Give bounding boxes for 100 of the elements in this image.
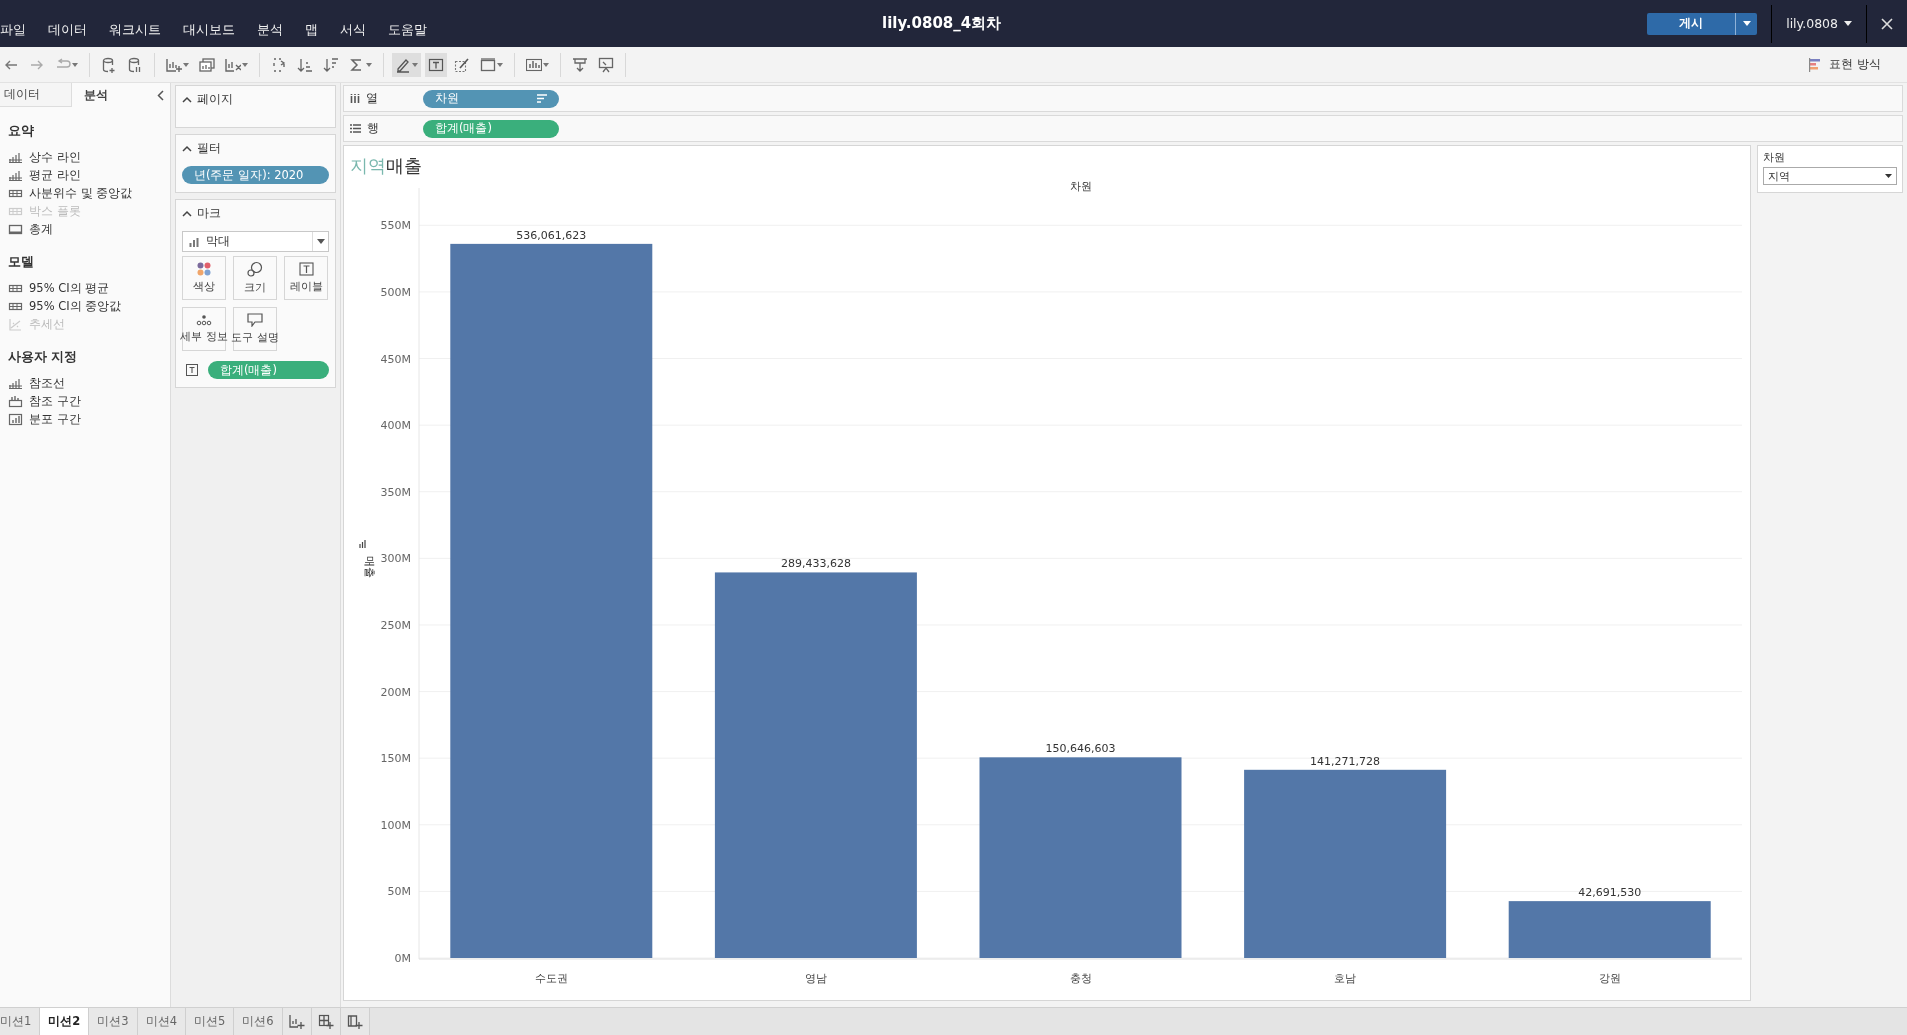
sheet-tab[interactable]: 미션1 [0,1008,41,1035]
caret-icon [497,62,503,67]
trend-line-icon [8,316,23,332]
category-label: 강원 [1598,972,1621,985]
data-label: 42,691,530 [1578,886,1642,900]
caret-icon [316,239,325,244]
marks-button[interactable]: 크기 [233,256,277,300]
duplicate-icon [199,56,215,73]
download-icon [572,56,588,73]
axis-tick-label: 300M [380,552,411,566]
sheet-tab[interactable]: 미션6 [234,1008,283,1035]
show-me-button[interactable]: 표현 방식 [1803,55,1887,74]
section-heading: 사용자 지정 [8,349,79,366]
new-chart-icon [288,1013,305,1030]
text-box-icon [186,364,198,376]
sheet-tab[interactable]: 미션3 [89,1008,138,1035]
presentation-icon [598,56,614,73]
menu-item[interactable]: 분석 [257,21,283,39]
menu-item[interactable]: 데이터 [48,21,87,39]
database-pause-icon [127,56,143,73]
marks-button[interactable]: 레이블 [284,256,328,300]
caret-icon [1742,21,1751,26]
data-label: 536,061,623 [516,228,587,242]
marks-button[interactable]: 세부 정보 [182,307,226,351]
menu-item[interactable]: 맵 [305,21,318,39]
menu-item[interactable]: 도움말 [388,21,427,39]
new-book-icon [346,1013,363,1030]
new-worksheet-button[interactable] [282,1008,312,1035]
rows-icon [350,124,361,133]
database-add-icon [101,56,117,73]
analytics-item[interactable]: 95% CI의 평균 [29,280,110,296]
analytics-item[interactable]: 사분위수 및 중앙값 [29,185,133,201]
sheet-tab[interactable]: 미션2 [40,1008,90,1035]
collapse-icon[interactable] [182,145,192,152]
analytics-item[interactable]: 분포 구간 [29,411,81,427]
publish-dropdown-button[interactable] [1735,12,1758,35]
caret-icon [242,62,248,67]
axis-tick-label: 100M [380,818,411,832]
user-menu[interactable]: lily.0808 [1772,16,1866,31]
section-heading: 요약 [8,123,35,140]
reference-line-icon [8,393,23,409]
marks-button[interactable]: 색상 [182,256,226,300]
axis-tick-label: 50M [387,885,411,899]
shelf-label: 열 [366,91,378,106]
caret-icon [72,62,78,67]
axis-tick-label: 150M [380,752,411,766]
category-label: 호남 [1334,972,1357,985]
sort-icon [537,94,547,103]
collapse-icon[interactable] [182,210,192,217]
workbook-title: lily.0808_4회차 [882,14,1002,33]
section-heading: 모델 [8,254,35,271]
axis-tick-label: 0M [394,952,411,965]
axis-tick-label: 500M [380,285,411,299]
caret-icon [183,62,189,67]
axis-tick-label: 450M [380,352,411,366]
analytics-item[interactable]: 평균 라인 [29,167,81,183]
menu-item[interactable]: 워크시트 [109,21,161,39]
sort-icon [359,539,366,549]
caret-icon [366,62,372,67]
menu-item[interactable]: 파일 [0,21,26,39]
speech-bubble-icon [247,313,263,327]
sort-ascending-icon [297,56,313,73]
publish-button[interactable]: 게시 [1647,12,1736,35]
axis-tick-label: 200M [380,685,411,699]
caret-icon [1885,174,1892,178]
toolbar-button[interactable] [392,52,421,77]
new-grid-icon [317,1013,334,1030]
analytics-item[interactable]: 총계 [29,221,53,237]
parameter-dropdown[interactable]: 지역 [1763,167,1897,185]
collapse-icon[interactable] [182,96,192,103]
sheet-tab[interactable]: 미션4 [137,1008,186,1035]
chart-clear-icon [225,56,241,73]
columns-icon [350,94,360,103]
category-label: 충청 [1069,972,1092,985]
panel-tab[interactable]: 데이터 [0,83,72,107]
analytics-item[interactable]: 참조선 [29,375,65,391]
menu-item[interactable]: 대시보드 [183,21,235,39]
card-title: 필터 [197,141,221,156]
mark-type-dropdown[interactable]: 막대 [182,231,329,252]
new-story-button[interactable] [340,1008,370,1035]
sheet-tab[interactable]: 미션5 [186,1008,235,1035]
text-box-icon [298,262,314,276]
bar-chart-icon [189,236,201,247]
show-me-icon [1809,57,1822,72]
marks-button[interactable]: 도구 설명 [233,307,277,351]
axis-title: 매출 [363,556,376,578]
category-label: 영남 [804,972,827,985]
filter-title: 차원 [1763,150,1787,165]
close-icon[interactable] [1881,17,1893,30]
new-dashboard-button[interactable] [311,1008,341,1035]
shelf-label: 행 [367,121,379,136]
collapse-icon[interactable] [156,89,164,101]
sort-descending-icon [323,56,339,73]
card-title: 페이지 [197,92,233,107]
toolbar-button[interactable] [425,52,447,77]
analytics-item[interactable]: 참조 구간 [29,393,81,409]
analytics-item[interactable]: 95% CI의 중앙값 [29,298,122,314]
caret-icon [412,62,418,67]
analytics-item[interactable]: 상수 라인 [29,149,81,165]
menu-item[interactable]: 서식 [340,21,366,39]
